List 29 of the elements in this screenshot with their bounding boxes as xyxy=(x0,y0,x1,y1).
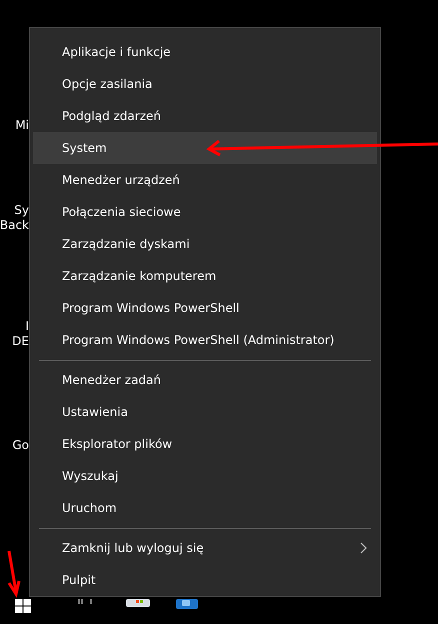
menu-item[interactable]: Eksplorator plików xyxy=(33,428,377,460)
menu-item[interactable]: Aplikacje i funkcje xyxy=(33,36,377,68)
desktop-icon-label: Sy xyxy=(14,203,29,218)
desktop-icon-label: Go xyxy=(12,438,29,453)
menu-item[interactable]: Zamknij lub wyloguj się xyxy=(33,532,377,564)
menu-item[interactable]: Menedżer urządzeń xyxy=(33,164,377,196)
menu-item[interactable]: Zarządzanie dyskami xyxy=(33,228,377,260)
arrow-icon xyxy=(6,550,20,596)
menu-item[interactable]: Menedżer zadań xyxy=(33,364,377,396)
menu-item[interactable]: Pulpit xyxy=(33,564,377,596)
desktop-icon-label: I xyxy=(25,319,29,334)
arrow-icon xyxy=(207,138,438,154)
desktop-icon-label: Mi xyxy=(15,118,29,133)
task-view-icon[interactable] xyxy=(78,599,92,605)
menu-item[interactable]: Ustawienia xyxy=(33,396,377,428)
menu-item[interactable]: System xyxy=(33,132,377,164)
menu-item[interactable]: Podgląd zdarzeń xyxy=(33,100,377,132)
windows-logo-icon[interactable] xyxy=(15,599,31,613)
menu-item[interactable]: Program Windows PowerShell (Administrator) xyxy=(33,324,377,356)
menu-item[interactable]: Połączenia sieciowe xyxy=(33,196,377,228)
menu-item[interactable]: Zarządzanie komputerem xyxy=(33,260,377,292)
menu-item[interactable]: Uruchom xyxy=(33,492,377,524)
mail-icon[interactable] xyxy=(176,599,198,609)
store-icon[interactable] xyxy=(126,599,150,607)
menu-item[interactable]: Opcje zasilania xyxy=(33,68,377,100)
desktop-icon-label: Back xyxy=(0,218,29,233)
desktop-icon-label: DE xyxy=(12,334,29,349)
menu-item[interactable]: Wyszukaj xyxy=(33,460,377,492)
menu-item[interactable]: Program Windows PowerShell xyxy=(33,292,377,324)
